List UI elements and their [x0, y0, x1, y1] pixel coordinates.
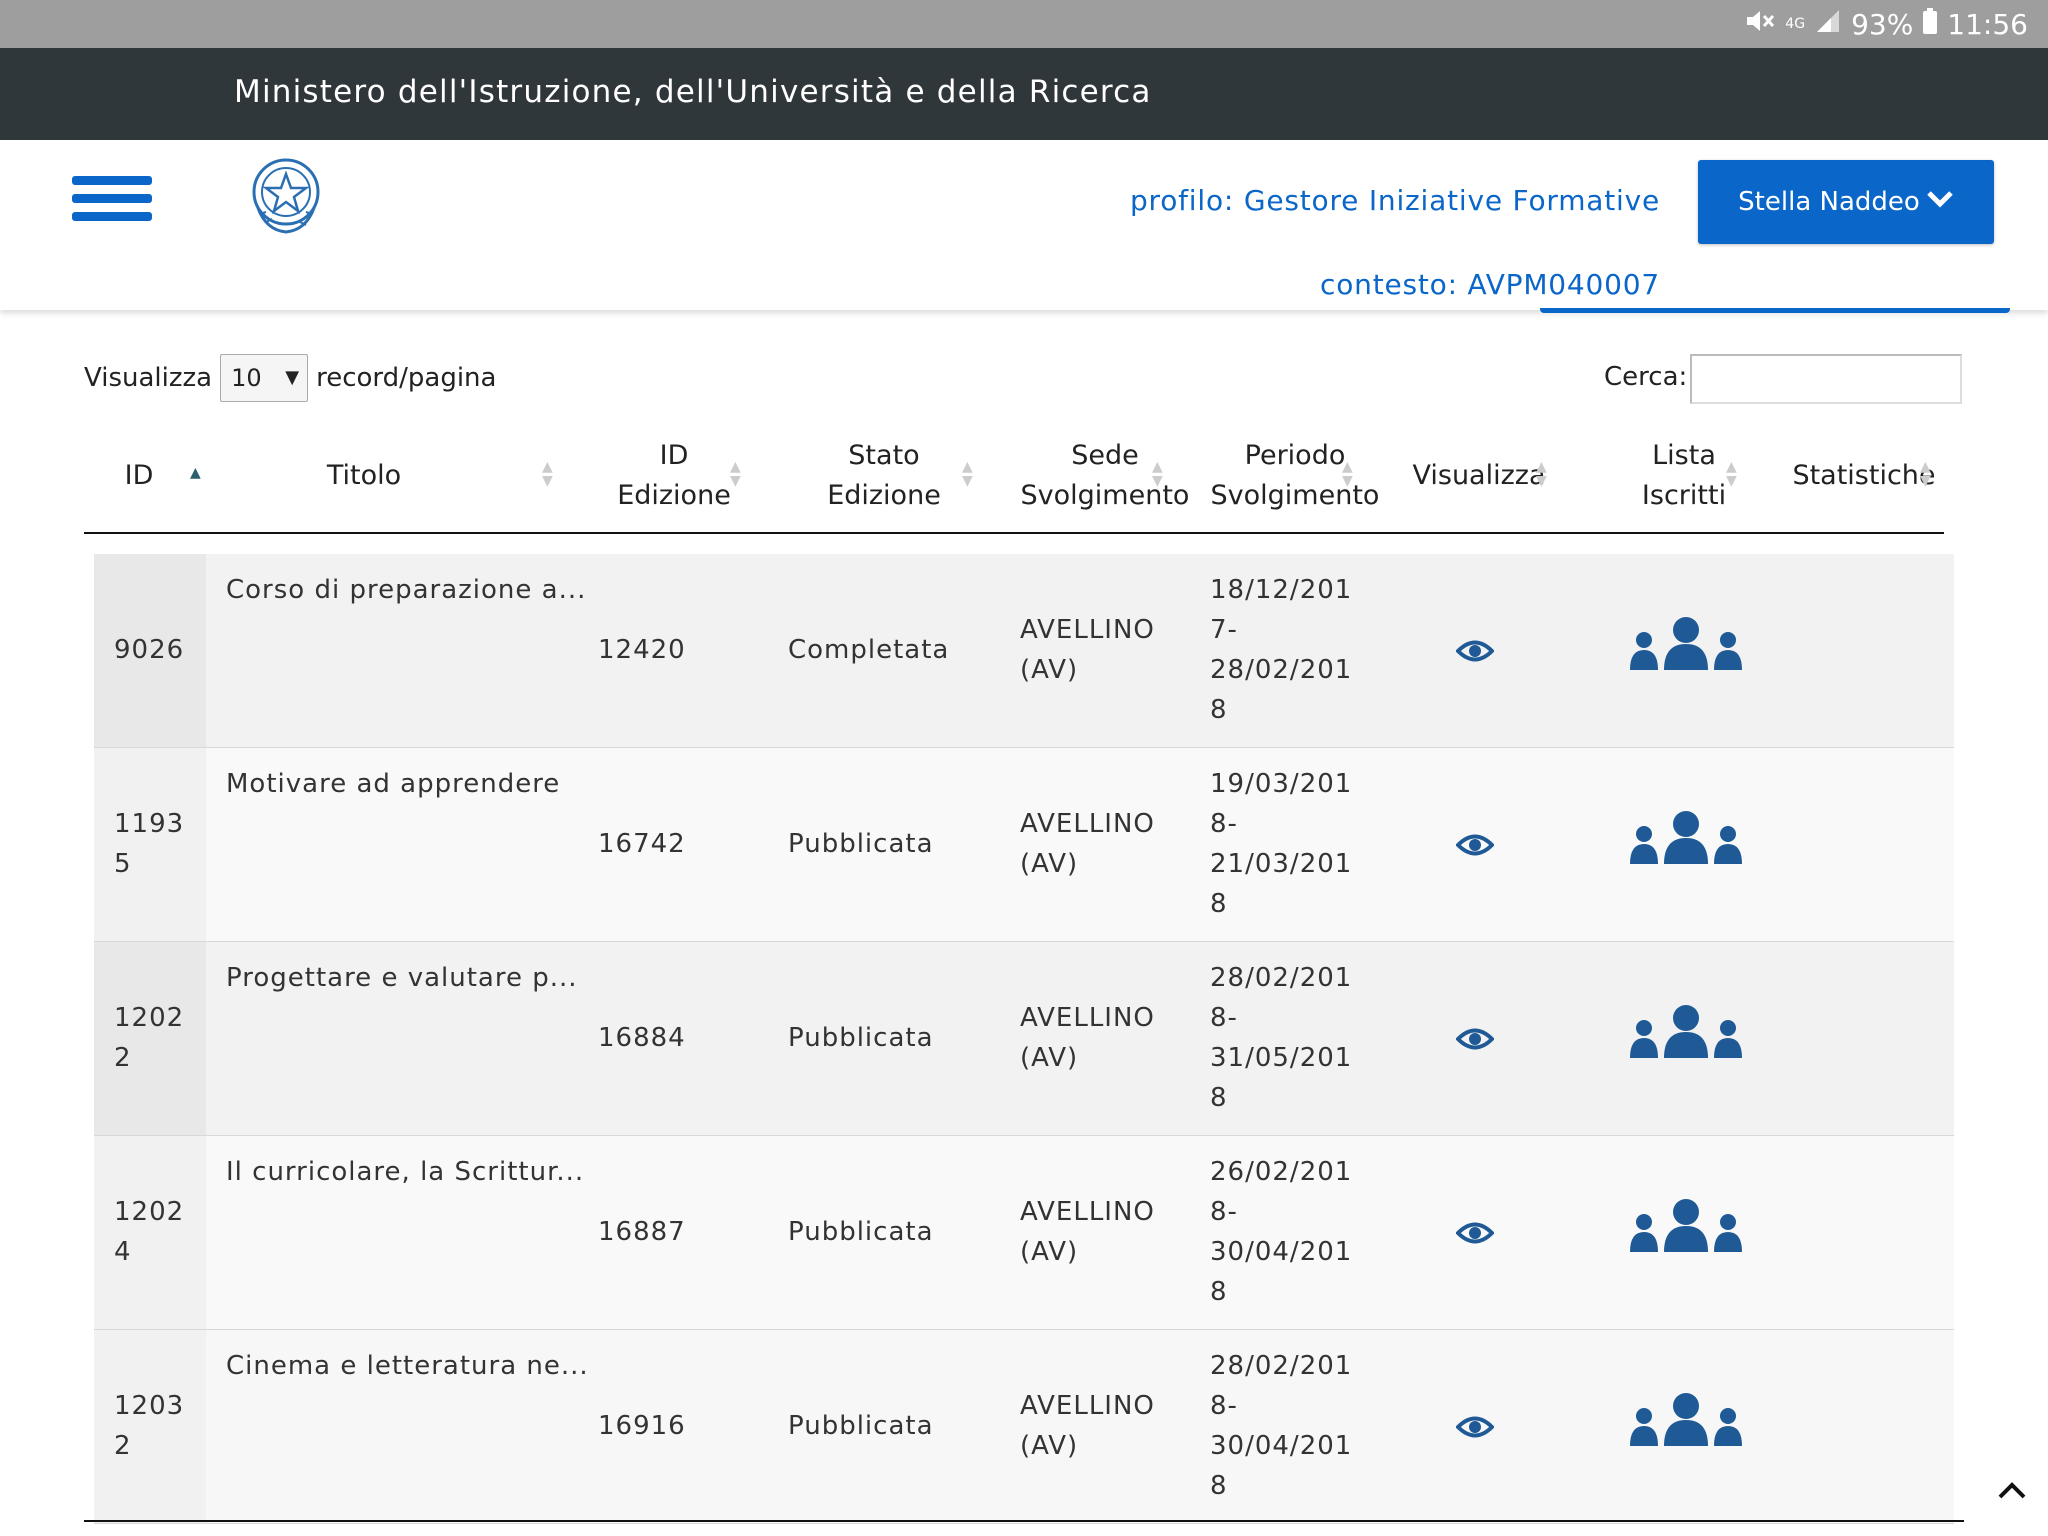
eye-icon[interactable]	[1456, 1412, 1494, 1442]
column-header-sede[interactable]: Sede Svolgimento	[1020, 420, 1190, 532]
battery-icon	[1923, 8, 1938, 40]
column-header-visualizza[interactable]: Visualizza	[1404, 420, 1554, 532]
network-type-icon: 4G	[1785, 16, 1806, 32]
table-bottom-border	[84, 1520, 1964, 1522]
sort-both-icon: ▲ ▼	[1152, 459, 1163, 489]
clock: 11:56	[1947, 7, 2028, 41]
sort-both-icon: ▲ ▼	[730, 459, 741, 489]
course-title: Il curricolare, la Scrittur...	[226, 1157, 585, 1187]
course-title: Cinema e letteratura ne...	[226, 1351, 589, 1381]
users-icon[interactable]	[1628, 1198, 1744, 1252]
mute-icon	[1745, 8, 1775, 40]
venue: AVELLINO (AV)	[1020, 1197, 1155, 1267]
course-title: Corso di preparazione a...	[226, 575, 587, 605]
edition-status: Pubblicata	[788, 1023, 934, 1053]
user-menu-button[interactable]: Stella Naddeo	[1698, 160, 1994, 244]
status-icons: 4G 93% 11:56	[1745, 7, 2028, 41]
course-id: 1193 5	[114, 809, 185, 879]
period: 26/02/201 8- 30/04/201 8	[1210, 1157, 1353, 1307]
per-page-label: record/pagina	[316, 363, 497, 393]
sort-both-icon: ▲ ▼	[1342, 459, 1353, 489]
chevron-down-icon	[1926, 187, 1954, 217]
table-row: 1203 2 Cinema e letteratura ne... 16916 P…	[94, 1330, 1954, 1524]
course-id: 9026	[114, 635, 185, 665]
column-header-titolo[interactable]: Titolo	[294, 420, 434, 532]
users-icon[interactable]	[1628, 1004, 1744, 1058]
edition-status: Pubblicata	[788, 1217, 934, 1247]
signal-icon	[1815, 8, 1841, 40]
period: 18/12/201 7- 28/02/201 8	[1210, 575, 1353, 725]
users-icon[interactable]	[1628, 616, 1744, 670]
table-row: 1202 4 Il curricolare, la Scrittur... 168…	[94, 1136, 1954, 1330]
users-icon[interactable]	[1628, 810, 1744, 864]
eye-icon[interactable]	[1456, 1024, 1494, 1054]
venue: AVELLINO (AV)	[1020, 1003, 1155, 1073]
sort-both-icon: ▲ ▼	[962, 459, 973, 489]
column-header-periodo[interactable]: Periodo Svolgimento	[1210, 420, 1380, 532]
edition-status: Pubblicata	[788, 1411, 934, 1441]
ministry-bar: Ministero dell'Istruzione, dell'Universi…	[0, 48, 2048, 140]
column-header-stato-edizione[interactable]: Stato Edizione	[804, 420, 964, 532]
scroll-to-top-icon[interactable]	[1996, 1476, 2036, 1506]
show-label: Visualizza	[84, 363, 213, 393]
course-title: Progettare e valutare p...	[226, 963, 578, 993]
eye-icon[interactable]	[1456, 1218, 1494, 1248]
republic-emblem-logo	[246, 152, 326, 238]
edition-id: 16884	[598, 1023, 686, 1053]
sort-asc-icon: ▲	[190, 465, 201, 481]
search-label: Cerca:	[1604, 362, 1688, 392]
caret-down-icon: ▼	[285, 367, 300, 388]
sort-both-icon: ▲ ▼	[1536, 459, 1547, 489]
app-header: profilo: Gestore Iniziative Formative co…	[0, 140, 2048, 310]
table-row: 1193 5 Motivare ad apprendere 16742 Pubbl…	[94, 748, 1954, 942]
edition-id: 16916	[598, 1411, 686, 1441]
edition-id: 16887	[598, 1217, 686, 1247]
table-length-control: Visualizza 10 ▼ record/pagina	[84, 352, 496, 404]
eye-icon[interactable]	[1456, 830, 1494, 860]
menu-icon[interactable]	[72, 176, 152, 226]
sort-both-icon: ▲ ▼	[542, 459, 553, 489]
period: 19/03/201 8- 21/03/201 8	[1210, 769, 1353, 919]
period: 28/02/201 8- 30/04/201 8	[1210, 1351, 1353, 1501]
ministry-title: Ministero dell'Istruzione, dell'Universi…	[234, 74, 1152, 110]
sort-both-icon: ▲ ▼	[1920, 459, 1931, 489]
dropdown-underline	[1540, 308, 2010, 313]
table-row: 9026 Corso di preparazione a... 12420 Co…	[94, 554, 1954, 748]
battery-percent: 93%	[1851, 7, 1914, 41]
page-size-select[interactable]: 10 ▼	[220, 354, 309, 402]
table-header: ID ▲ Titolo ▲ ▼ ID Edizione ▲ ▼ Stato Ediz…	[84, 420, 1944, 534]
user-name: Stella Naddeo	[1738, 187, 1920, 217]
venue: AVELLINO (AV)	[1020, 615, 1155, 685]
users-icon[interactable]	[1628, 1392, 1744, 1446]
edition-status: Pubblicata	[788, 829, 934, 859]
sort-both-icon: ▲ ▼	[1726, 459, 1737, 489]
course-title: Motivare ad apprendere	[226, 769, 561, 799]
edition-status: Completata	[788, 635, 950, 665]
period: 28/02/201 8- 31/05/201 8	[1210, 963, 1353, 1113]
context-label: contesto: AVPM040007	[1320, 268, 1660, 301]
edition-id: 16742	[598, 829, 686, 859]
venue: AVELLINO (AV)	[1020, 809, 1155, 879]
venue: AVELLINO (AV)	[1020, 1391, 1155, 1461]
course-id: 1202 2	[114, 1003, 185, 1073]
search-input[interactable]	[1690, 354, 1962, 404]
eye-icon[interactable]	[1456, 636, 1494, 666]
course-id: 1202 4	[114, 1197, 185, 1267]
edition-id: 12420	[598, 635, 686, 665]
column-header-id[interactable]: ID ▲	[104, 420, 201, 532]
status-bar: 4G 93% 11:56	[0, 0, 2048, 48]
table-row: 1202 2 Progettare e valutare p... 16884 P…	[94, 942, 1954, 1136]
table-body: 9026 Corso di preparazione a... 12420 Co…	[94, 554, 1954, 1524]
course-id: 1203 2	[114, 1391, 185, 1461]
profile-label: profilo: Gestore Iniziative Formative	[1129, 184, 1660, 217]
